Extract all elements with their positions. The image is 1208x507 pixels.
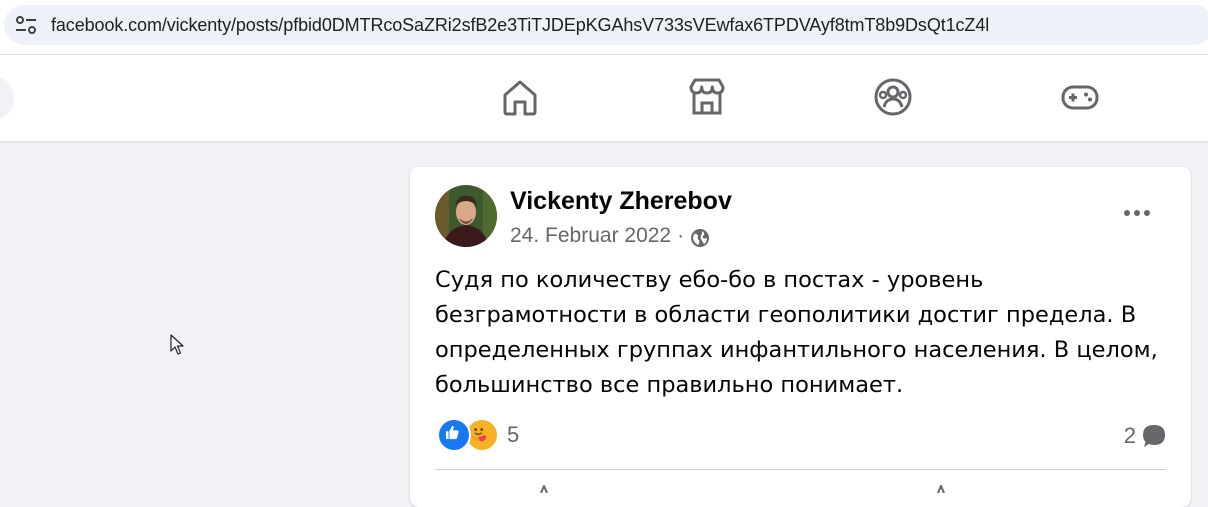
more-horizontal-icon [1124,210,1150,216]
comment-bubble-icon [1143,425,1165,447]
reactions-summary[interactable]: 5 [437,418,519,452]
post-text-line: безграмотности в области геополитики дос… [435,302,1137,328]
post-options-button[interactable] [1115,193,1159,233]
groups-icon [874,78,912,116]
post-card: Vickenty Zherebov 24. Februar 2022 · Суд… [410,167,1191,507]
browser-toolbar: facebook.com/vickenty/posts/pfbid0DMTRco… [0,0,1208,55]
home-icon [503,80,537,116]
post-date[interactable]: 24. Februar 2022 [510,224,671,248]
url-text[interactable]: facebook.com/vickenty/posts/pfbid0DMTRco… [51,15,989,36]
reaction-count[interactable]: 5 [507,422,519,448]
mouse-cursor-icon [170,334,184,355]
meta-separator: · [677,224,685,247]
gaming-icon [1061,85,1099,110]
post-author-name[interactable]: Vickenty Zherebov [510,187,732,216]
post-text-line: определенных группах инфантильного насел… [435,337,1158,363]
facebook-top-nav [0,55,1208,141]
tab-groups[interactable] [871,75,915,119]
search-button[interactable] [0,75,14,121]
post-body-text: Судя по количеству ебо-бо в постах - уро… [435,263,1175,403]
tab-marketplace[interactable] [685,75,729,119]
post-divider [435,469,1166,470]
globe-icon [691,228,710,247]
post-meta: 24. Februar 2022 · [510,224,710,248]
address-bar[interactable]: facebook.com/vickenty/posts/pfbid0DMTRco… [4,5,1208,45]
like-reaction-icon [437,418,471,452]
comment-count[interactable]: 2 [1124,423,1136,449]
comments-summary[interactable]: 2 [1124,423,1167,449]
post-text-line: большинство все правильно понимает. [435,372,904,398]
tab-gaming[interactable] [1058,75,1102,119]
marketplace-icon [689,78,725,115]
avatar[interactable] [435,185,497,247]
post-text-line: Судя по количеству ебо-бо в постах - уро… [435,267,984,293]
tab-home[interactable] [498,75,542,119]
tune-icon[interactable] [15,16,37,34]
